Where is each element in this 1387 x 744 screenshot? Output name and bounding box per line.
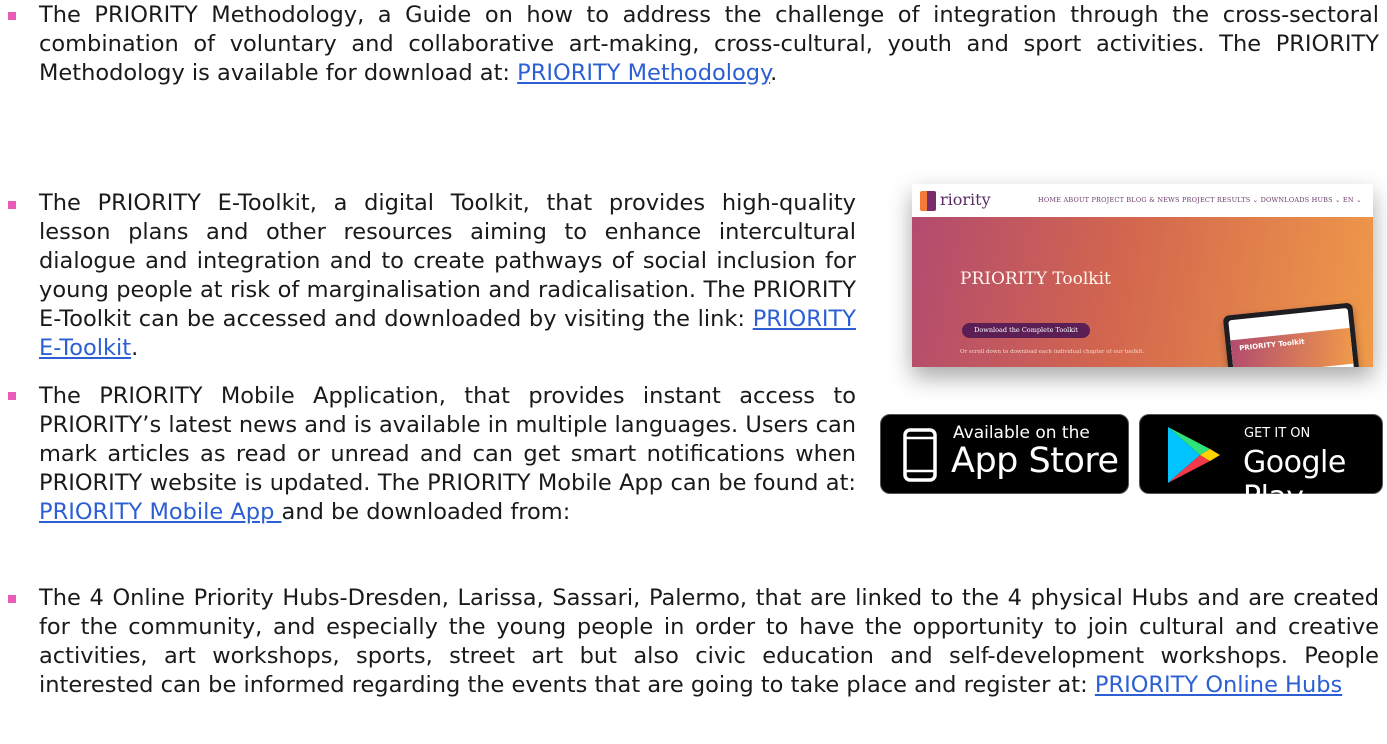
screenshot-menu: HOME ABOUT PROJECT BLOG & NEWS PROJECT R… (1038, 196, 1362, 204)
document-page: The PRIORITY Methodology, a Guide on how… (0, 0, 1387, 744)
link-priority-mobile-app[interactable]: PRIORITY Mobile App (39, 499, 282, 525)
screenshot-hero-title: PRIORITY Toolkit (960, 269, 1111, 289)
app-store-badge[interactable]: Available on the App Store (880, 414, 1129, 494)
priority-logo-icon (920, 191, 936, 211)
google-play-icon (1168, 427, 1220, 483)
item-text-after: . (131, 335, 139, 361)
tablet-screen: PRIORITY Toolkit (1228, 307, 1356, 367)
google-play-badge[interactable]: GET IT ON Google Play (1139, 414, 1383, 515)
phone-icon (903, 428, 937, 482)
list-item-mobile-app: The PRIORITY Mobile Application, that pr… (39, 382, 856, 527)
bullet-marker (8, 595, 16, 603)
screenshot-download-button: Download the Complete Toolkit (962, 323, 1090, 338)
item-text: The PRIORITY E-Toolkit, a digital Toolki… (39, 190, 856, 332)
tablet-mockup: PRIORITY Toolkit (1222, 302, 1362, 367)
google-play-small-text: GET IT ON (1244, 426, 1311, 441)
screenshot-hero: PRIORITY Toolkit Download the Complete T… (912, 217, 1373, 367)
app-store-small-text: Available on the (953, 423, 1090, 443)
list-item-etoolkit: The PRIORITY E-Toolkit, a digital Toolki… (39, 189, 856, 363)
bullet-marker (8, 392, 16, 400)
list-item-methodology: The PRIORITY Methodology, a Guide on how… (39, 1, 1379, 88)
item-text: The PRIORITY Mobile Application, that pr… (39, 383, 856, 496)
toolkit-website-screenshot: riority HOME ABOUT PROJECT BLOG & NEWS P… (912, 184, 1373, 367)
item-text-after: . (770, 60, 778, 86)
screenshot-logo-text: riority (940, 190, 991, 209)
link-priority-online-hubs[interactable]: PRIORITY Online Hubs (1095, 672, 1342, 698)
google-play-big-text: Google Play (1243, 445, 1346, 515)
screenshot-note: Or scroll down to download each individu… (960, 349, 1145, 355)
list-item-online-hubs: The 4 Online Priority Hubs-Dresden, Lari… (39, 584, 1379, 700)
screenshot-navbar: riority HOME ABOUT PROJECT BLOG & NEWS P… (912, 184, 1373, 217)
bullet-marker (8, 12, 16, 20)
bullet-marker (8, 201, 16, 209)
link-priority-methodology[interactable]: PRIORITY Methodology (517, 60, 770, 86)
item-text-after: and be downloaded from: (281, 499, 571, 525)
app-store-big-text: App Store (951, 441, 1119, 481)
